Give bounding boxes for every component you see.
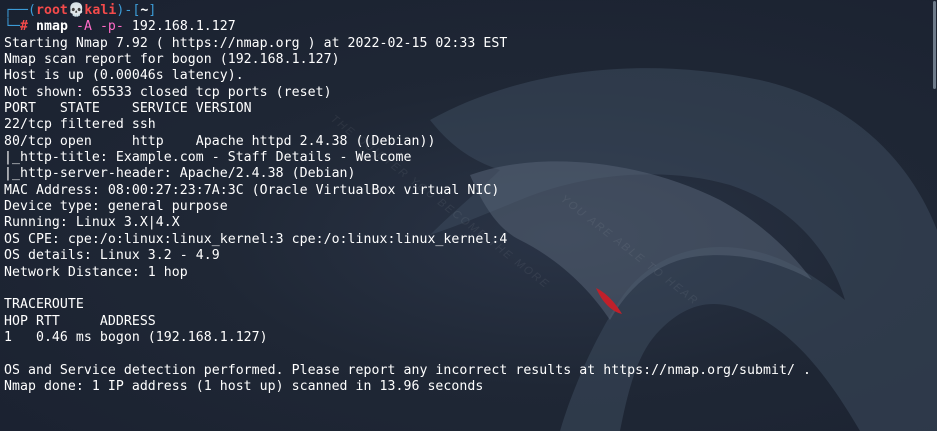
- output-line: Starting Nmap 7.92 ( https://nmap.org ) …: [4, 35, 508, 51]
- output-line: 80/tcp open http Apache httpd 2.4.38 ((D…: [4, 133, 436, 149]
- output-line: MAC Address: 08:00:27:23:7A:3C (Oracle V…: [4, 182, 500, 198]
- output-line: PORT STATE SERVICE VERSION: [4, 101, 252, 117]
- prompt-frame-close: ]: [148, 3, 157, 18]
- output-line: Nmap scan report for bogon (192.168.1.12…: [4, 52, 340, 68]
- output-line: Network Distance: 1 hop: [4, 264, 188, 280]
- scrollbar[interactable]: [929, 0, 937, 431]
- output-line: OS CPE: cpe:/o:linux:linux_kernel:3 cpe:…: [4, 231, 508, 247]
- prompt-line-2: └─# nmap -A -p- 192.168.1.127: [4, 19, 932, 35]
- output-line: Not shown: 65533 closed tcp ports (reset…: [4, 84, 332, 100]
- prompt-symbol: #: [19, 19, 28, 35]
- output-line: Host is up (0.00046s latency).: [4, 68, 244, 84]
- command-name: nmap: [35, 19, 68, 35]
- output-line: OS details: Linux 3.2 - 4.9: [4, 248, 220, 264]
- prompt-frame-open: ┌──(: [4, 3, 36, 18]
- output-line: 1 0.46 ms bogon (192.168.1.127): [4, 329, 268, 345]
- output-line: Nmap done: 1 IP address (1 host up) scan…: [4, 378, 484, 394]
- command-flag-a: -A: [75, 19, 92, 35]
- output-line: OS and Service detection performed. Plea…: [4, 362, 811, 378]
- output-line: HOP RTT ADDRESS: [4, 313, 156, 329]
- output-line: Device type: general purpose: [4, 199, 228, 215]
- output-line: TRACEROUTE: [4, 297, 84, 313]
- prompt-corner: └─: [4, 19, 20, 35]
- command-flag-p: -p-: [99, 19, 124, 35]
- terminal-window[interactable]: THE QUIETER YOU BECOME THE MORE YOU ARE …: [0, 0, 937, 431]
- output-line: |_http-title: Example.com - Staff Detail…: [4, 150, 412, 166]
- skull-icon: 💀: [67, 3, 85, 18]
- prompt-frame-mid: )-[: [116, 3, 141, 18]
- prompt-host: kali: [84, 3, 117, 18]
- prompt-line-1: ┌──(root💀kali)-[~]: [4, 3, 932, 19]
- scrollbar-thumb[interactable]: [933, 1, 936, 89]
- output-line: Running: Linux 3.X|4.X: [4, 215, 180, 231]
- output-line: 22/tcp filtered ssh: [4, 117, 156, 133]
- terminal-output[interactable]: ┌──(root💀kali)-[~] └─# nmap -A -p- 192.1…: [4, 3, 932, 395]
- command-target: 192.168.1.127: [131, 19, 236, 35]
- output-line: |_http-server-header: Apache/2.4.38 (Deb…: [4, 166, 356, 182]
- prompt-user: root: [35, 3, 68, 18]
